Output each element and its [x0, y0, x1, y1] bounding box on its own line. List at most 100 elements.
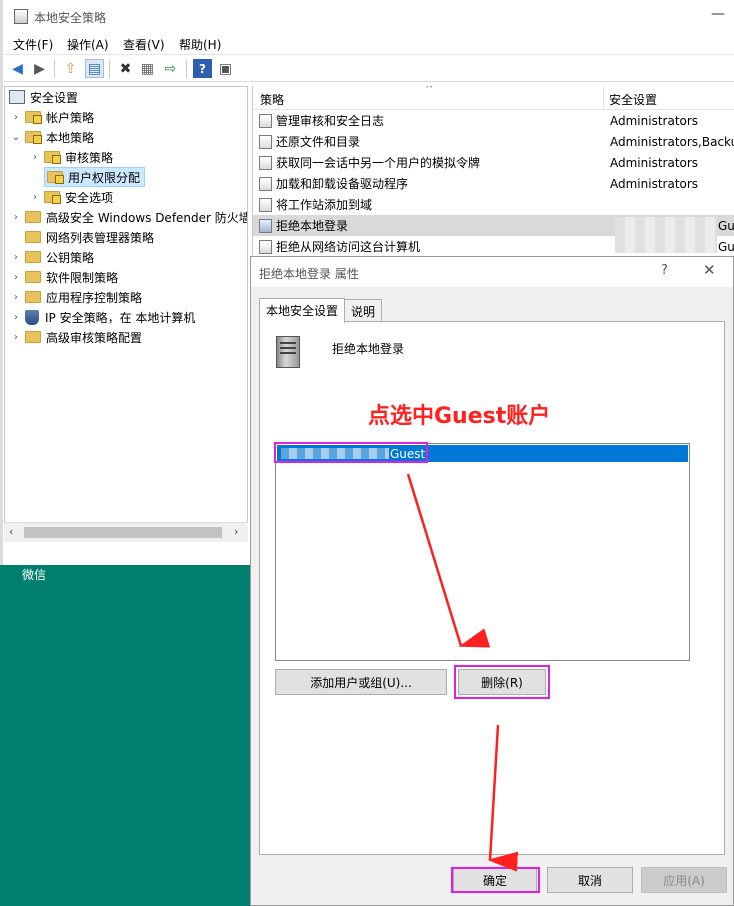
table-row[interactable]: 获取同一会话中另一个用户的模拟令牌 Administrators: [253, 152, 734, 173]
sort-ascending-icon: ^: [425, 86, 434, 95]
table-row[interactable]: 还原文件和目录 Administrators,Backup: [253, 131, 734, 152]
policy-icon: [259, 197, 272, 212]
dialog-titlebar: 拒绝本地登录 属性 ? ✕: [251, 257, 733, 287]
menu-help[interactable]: 帮助(H): [179, 36, 221, 53]
scroll-right-icon[interactable]: ›: [234, 525, 238, 538]
policy-icon: [259, 134, 272, 149]
policy-heading: 拒绝本地登录: [332, 342, 405, 356]
tab-panel: 拒绝本地登录 点选中Guest账户 Guest 添加用户或组(U)... 删除(…: [259, 321, 725, 855]
toolbar-separator: [54, 60, 55, 78]
tab-explain[interactable]: 说明: [344, 299, 383, 323]
table-row[interactable]: 加载和卸载设备驱动程序 Administrators: [253, 173, 734, 194]
tree-item-software-restriction[interactable]: › 软件限制策略: [11, 267, 118, 287]
menu-bar: 文件(F) 操作(A) 查看(V) 帮助(H): [4, 33, 734, 55]
toolbar-separator: [109, 60, 110, 78]
forward-arrow-icon[interactable]: ▶: [30, 59, 49, 78]
expand-chevron-icon[interactable]: ›: [30, 192, 40, 203]
scroll-left-icon[interactable]: ‹: [9, 525, 13, 538]
table-row[interactable]: 将工作站添加到域: [253, 194, 734, 215]
back-arrow-icon[interactable]: ◀: [8, 59, 27, 78]
folder-icon: [25, 271, 41, 283]
dialog-title: 拒绝本地登录 属性: [259, 267, 359, 281]
tree-item-local-policy[interactable]: ⌄ 本地策略: [11, 127, 94, 147]
desktop-background: [0, 565, 252, 906]
folder-icon: [25, 111, 42, 124]
highlight-box-ok: [451, 867, 540, 893]
policy-icon: [259, 218, 272, 233]
cancel-button[interactable]: 取消: [547, 867, 633, 893]
tree-item-ip-security[interactable]: › IP 安全策略，在 本地计算机: [11, 307, 195, 327]
tree-item-user-rights[interactable]: 用户权限分配: [44, 167, 146, 187]
help-icon[interactable]: ?: [193, 59, 212, 78]
folder-icon: [25, 131, 42, 144]
folder-icon: [44, 191, 61, 204]
export-list-icon[interactable]: ⇨: [161, 59, 180, 78]
expand-chevron-icon[interactable]: ›: [11, 252, 21, 263]
expand-chevron-icon[interactable]: ›: [11, 272, 21, 283]
expand-chevron-icon[interactable]: ›: [11, 112, 21, 123]
security-policy-icon: [14, 9, 28, 24]
desktop-icon-label[interactable]: 微信: [22, 566, 46, 583]
properties-icon[interactable]: ▦: [138, 59, 157, 78]
folder-icon: [25, 291, 41, 303]
policy-icon: [259, 155, 272, 170]
up-folder-icon[interactable]: ⇧: [61, 59, 80, 78]
column-header-security[interactable]: 安全设置: [609, 91, 657, 108]
tree-item-network-list[interactable]: 网络列表管理器策略: [25, 227, 154, 247]
collapse-chevron-icon[interactable]: ⌄: [11, 132, 21, 143]
tree-item-firewall[interactable]: › 高级安全 Windows Defender 防火墙: [11, 207, 247, 227]
expand-chevron-icon[interactable]: ›: [11, 292, 21, 303]
server-icon: [276, 336, 300, 368]
toolbar: ◀ ▶ ⇧ ▤ ✖ ▦ ⇨ ? ▣: [4, 56, 734, 82]
tree-item-security-settings[interactable]: 安全设置: [9, 87, 78, 107]
help-icon[interactable]: ?: [661, 263, 668, 278]
folder-icon: [25, 251, 41, 263]
user-list[interactable]: Guest: [275, 443, 690, 661]
expand-chevron-icon[interactable]: ›: [11, 212, 21, 223]
tree-item-account-policy[interactable]: › 帐户策略: [11, 107, 94, 127]
folder-icon: [25, 331, 41, 343]
tree-item-advanced-audit[interactable]: › 高级审核策略配置: [11, 327, 142, 347]
highlight-box-remove: [454, 665, 550, 699]
properties-dialog: 拒绝本地登录 属性 ? ✕ 本地安全设置 说明 拒绝本地登录 点选中Guest账…: [250, 256, 734, 906]
add-user-button[interactable]: 添加用户或组(U)...: [275, 669, 447, 695]
tree-item-security-options[interactable]: › 安全选项: [30, 187, 113, 207]
show-hide-tree-icon[interactable]: ▤: [85, 59, 104, 78]
policy-icon: [259, 176, 272, 191]
scrollbar-thumb[interactable]: [24, 527, 222, 538]
security-settings-icon: [9, 90, 25, 104]
folder-icon: [44, 151, 61, 164]
instruction-annotation: 点选中Guest账户: [368, 404, 551, 429]
minimize-button[interactable]: —: [708, 6, 728, 26]
window-titlebar: 本地安全策略 —: [4, 0, 734, 33]
tree-item-app-control[interactable]: › 应用程序控制策略: [11, 287, 142, 307]
menu-action[interactable]: 操作(A): [67, 36, 109, 53]
expand-chevron-icon[interactable]: ›: [11, 312, 21, 323]
delete-icon[interactable]: ✖: [116, 59, 135, 78]
apply-button[interactable]: 应用(A): [641, 867, 727, 893]
tree-item-audit-policy[interactable]: › 审核策略: [30, 147, 113, 167]
list-header: ^ 策略 安全设置: [253, 86, 734, 110]
folder-icon: [25, 211, 41, 223]
expand-chevron-icon[interactable]: ›: [11, 332, 21, 343]
column-header-policy[interactable]: 策略: [260, 91, 284, 108]
policy-icon: [259, 113, 272, 128]
tree-horizontal-scrollbar[interactable]: ‹ ›: [4, 522, 248, 542]
highlight-box-user: [274, 442, 428, 463]
menu-view[interactable]: 查看(V): [123, 36, 165, 53]
menu-file[interactable]: 文件(F): [13, 36, 53, 53]
expand-chevron-icon[interactable]: ›: [30, 152, 40, 163]
table-row[interactable]: 管理审核和安全日志 Administrators: [253, 110, 734, 131]
column-divider[interactable]: [603, 86, 604, 110]
tree-item-public-key[interactable]: › 公钥策略: [11, 247, 94, 267]
navigation-tree: 安全设置 › 帐户策略 ⌄ 本地策略 › 审核策略 用户权限分配 › 安全选项 …: [4, 86, 248, 542]
view-icon[interactable]: ▣: [216, 59, 235, 78]
close-icon[interactable]: ✕: [703, 261, 716, 279]
folder-icon: [25, 231, 41, 243]
shield-icon: [25, 309, 39, 325]
policy-list: ^ 策略 安全设置 管理审核和安全日志 Administrators 还原文件和…: [252, 86, 734, 256]
redacted-value: [615, 217, 717, 253]
tab-local-security-setting[interactable]: 本地安全设置: [259, 298, 346, 323]
toolbar-separator: [186, 60, 187, 78]
window-title: 本地安全策略: [34, 11, 107, 25]
